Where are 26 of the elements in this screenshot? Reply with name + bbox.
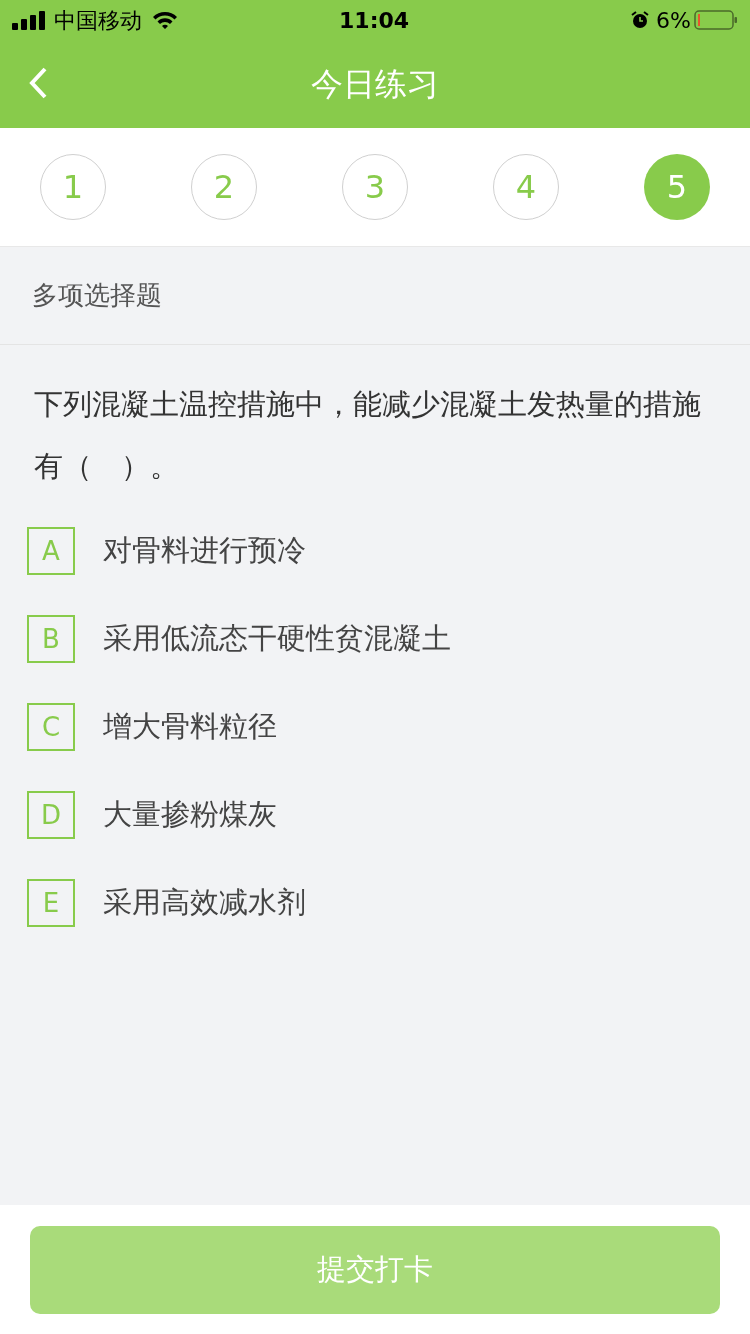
question-text: 下列混凝土温控措施中，能减少混凝土发热量的措施有（ ）。: [33, 386, 702, 485]
battery-percent: 6%: [656, 6, 691, 35]
question-type: 多项选择题: [32, 279, 162, 312]
wifi-icon: [152, 10, 178, 30]
answer-option[interactable]: E 采用高效减水剂: [27, 879, 723, 927]
option-text: 大量掺粉煤灰: [103, 796, 277, 834]
option-text: 采用低流态干硬性贫混凝土: [103, 620, 451, 658]
option-letter: C: [27, 703, 75, 751]
option-text: 增大骨料粒径: [103, 708, 277, 746]
option-letter: B: [27, 615, 75, 663]
answer-option[interactable]: D 大量掺粉煤灰: [27, 791, 723, 839]
answer-option[interactable]: C 增大骨料粒径: [27, 703, 723, 751]
option-text: 对骨料进行预冷: [103, 532, 306, 570]
question-number[interactable]: 5: [644, 154, 710, 220]
battery-icon: [694, 9, 738, 31]
option-letter: A: [27, 527, 75, 575]
answer-option[interactable]: A 对骨料进行预冷: [27, 527, 723, 575]
option-letter: E: [27, 879, 75, 927]
answer-option[interactable]: B 采用低流态干硬性贫混凝土: [27, 615, 723, 663]
page-title: 今日练习: [311, 64, 439, 105]
option-text: 采用高效减水剂: [103, 884, 306, 922]
alarm-icon: [630, 10, 651, 30]
clock-time: 11:04: [338, 6, 411, 35]
option-letter: D: [27, 791, 75, 839]
signal-icon: [12, 10, 48, 30]
carrier-name: 中国移动: [54, 6, 142, 35]
